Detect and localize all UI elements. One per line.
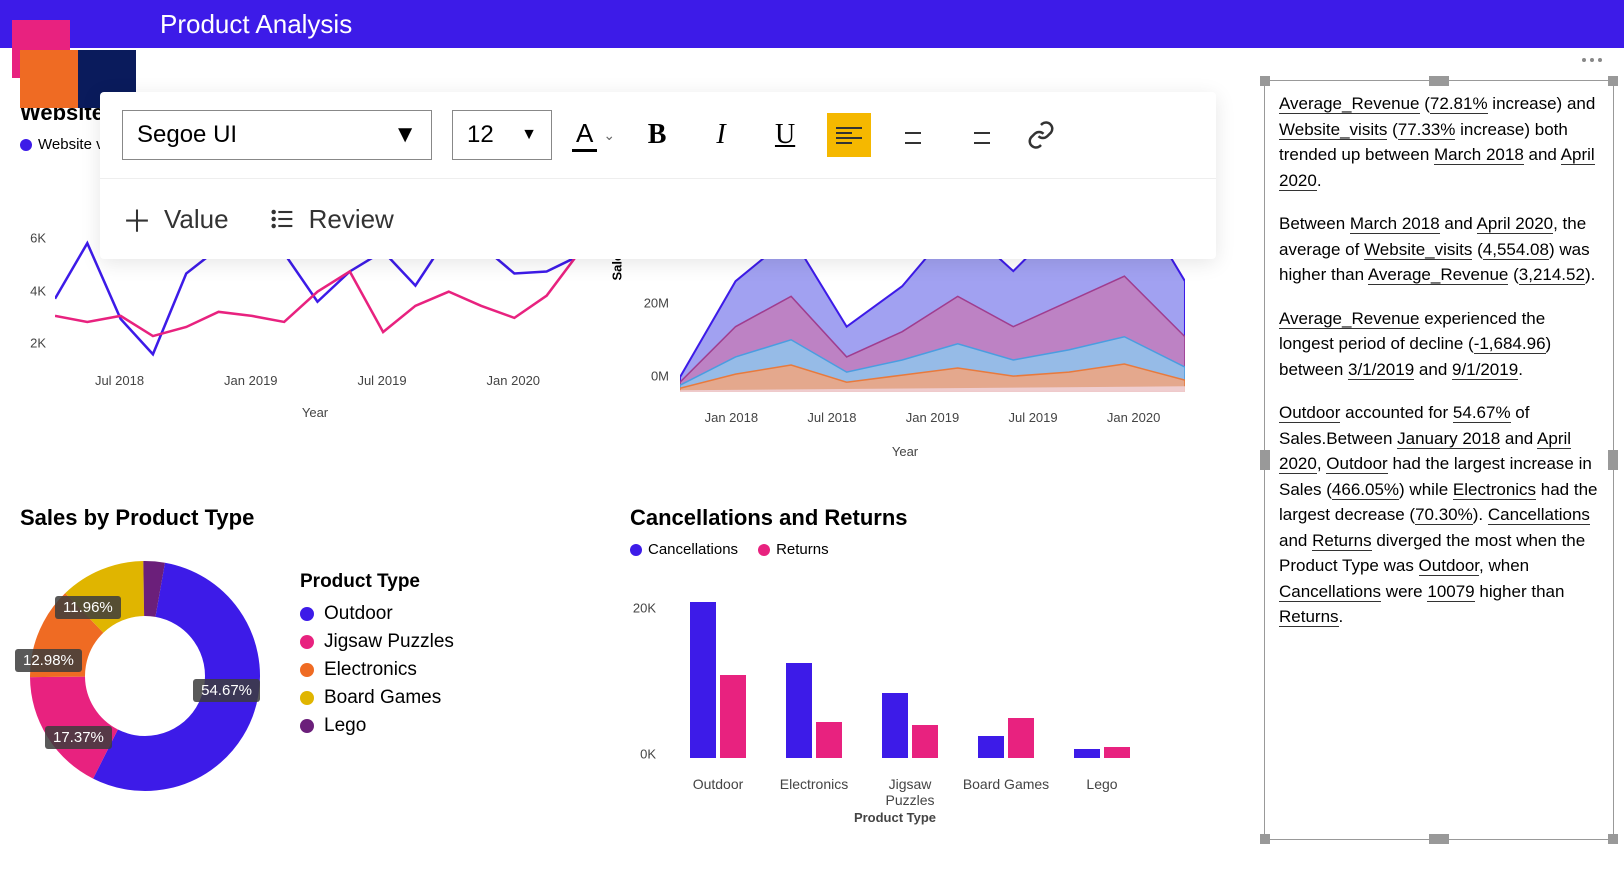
plus-icon: ＋ [122, 197, 152, 241]
add-value-button[interactable]: ＋ Value [122, 197, 229, 241]
donut-data-labels: 54.67% 17.37% 12.98% 11.96% [20, 551, 270, 801]
bar [882, 693, 908, 758]
chart-legend: Cancellations Returns [630, 541, 1160, 558]
donut-legend: Product Type OutdoorJigsaw PuzzlesElectr… [300, 551, 454, 801]
bold-button[interactable]: B [635, 113, 679, 157]
cancellations-returns-bar[interactable]: Cancellations and Returns Cancellations … [630, 505, 1160, 825]
link-icon [1026, 120, 1056, 150]
narrative-paragraph: Outdoor accounted for 54.67% of Sales.Be… [1279, 400, 1599, 630]
review-button[interactable]: Review [269, 204, 394, 235]
logo-square-orange [20, 50, 78, 108]
x-axis: OutdoorElectronicsJigsaw PuzzlesBoard Ga… [670, 776, 1150, 808]
x-axis-label: Product Type [630, 810, 1160, 825]
y-axis: 20K 0K [630, 578, 660, 778]
bar [786, 663, 812, 758]
smart-narrative-textbox[interactable]: Average_Revenue (72.81% increase) and We… [1264, 80, 1614, 840]
chevron-down-icon: ⌄ [603, 127, 615, 144]
legend-item: Board Games [300, 687, 454, 709]
x-axis: Jul 2018Jan 2019Jul 2019Jan 2020 [55, 373, 580, 403]
y-axis: 6K 4K 2K [20, 223, 50, 373]
bar-group [786, 663, 842, 758]
resize-handle[interactable] [1260, 76, 1270, 86]
resize-handle[interactable] [1429, 834, 1449, 844]
bar-group [1074, 747, 1130, 758]
legend-item: Outdoor [300, 603, 454, 625]
bar [1104, 747, 1130, 758]
align-right-button[interactable] [955, 113, 999, 157]
bar-group [690, 602, 746, 758]
font-color-button[interactable]: A ⌄ [572, 118, 615, 152]
x-axis-label: Year [625, 444, 1185, 459]
italic-button[interactable]: I [699, 113, 743, 157]
bar [690, 602, 716, 758]
bar [978, 736, 1004, 758]
legend-item: Jigsaw Puzzles [300, 631, 454, 653]
resize-handle[interactable] [1608, 834, 1618, 844]
underline-button[interactable]: U [763, 113, 807, 157]
chart-title: Cancellations and Returns [630, 505, 1160, 531]
font-size-select[interactable]: 12 ▼ [452, 110, 552, 160]
bar-group [978, 718, 1034, 758]
font-family-select[interactable]: Segoe UI ▼ [122, 110, 432, 160]
x-axis-label: Year [20, 405, 610, 420]
resize-handle[interactable] [1608, 450, 1618, 470]
font-color-icon: A [572, 118, 597, 152]
align-center-icon [900, 127, 926, 144]
bar [816, 722, 842, 758]
bar [912, 725, 938, 758]
chart-title: Sales by Product Type [20, 505, 610, 531]
narrative-paragraph: Between March 2018 and April 2020, the a… [1279, 211, 1599, 288]
resize-handle[interactable] [1608, 76, 1618, 86]
narrative-paragraph: Average_Revenue (72.81% increase) and We… [1279, 91, 1599, 193]
sales-by-product-donut[interactable]: Sales by Product Type 54.67% 17.37% 12.9… [20, 505, 610, 801]
legend-item: Lego [300, 715, 454, 737]
legend-item: Electronics [300, 659, 454, 681]
chevron-down-icon: ▼ [521, 126, 537, 144]
header-bar: Product Analysis [0, 0, 1624, 48]
bar [720, 675, 746, 758]
x-axis: Jan 2018Jul 2018Jan 2019Jul 2019Jan 2020 [680, 410, 1185, 440]
bar-group [882, 693, 938, 758]
resize-handle[interactable] [1260, 834, 1270, 844]
bar-plot [670, 588, 1150, 758]
bar [1008, 718, 1034, 758]
list-icon [269, 205, 297, 233]
text-format-toolbar: Segoe UI ▼ 12 ▼ A ⌄ B I U [100, 92, 1216, 259]
link-button[interactable] [1019, 113, 1063, 157]
resize-handle[interactable] [1429, 76, 1449, 86]
chevron-down-icon: ▼ [393, 121, 417, 149]
align-center-button[interactable] [891, 113, 935, 157]
page-title: Product Analysis [160, 9, 352, 40]
bar [1074, 749, 1100, 758]
align-left-button[interactable] [827, 113, 871, 157]
resize-handle[interactable] [1260, 450, 1270, 470]
more-options-button[interactable] [1572, 50, 1612, 70]
align-left-icon [836, 127, 862, 144]
align-right-icon [964, 127, 990, 144]
narrative-paragraph: Average_Revenue experienced the longest … [1279, 306, 1599, 383]
